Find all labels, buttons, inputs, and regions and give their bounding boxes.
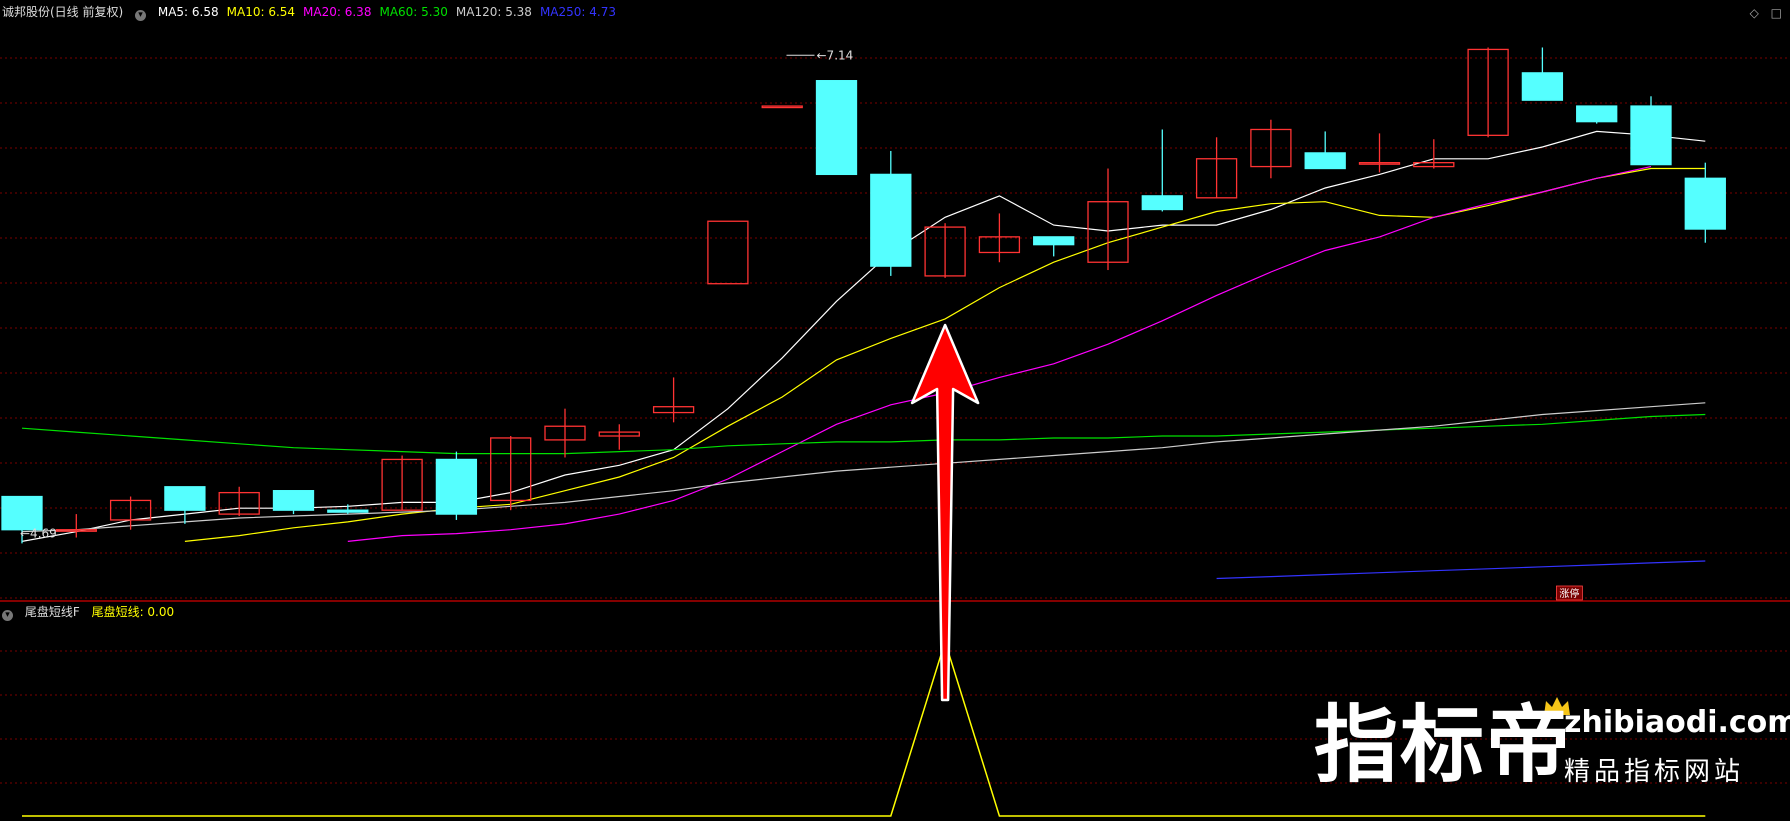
indicator-toggle-icon[interactable]: ▾ (2, 610, 13, 621)
watermark-subtitle: 精品指标网站 (1564, 757, 1745, 787)
toggle-icon[interactable]: ▾ (135, 10, 147, 21)
candle-down (164, 486, 206, 511)
indicator-value: 尾盘短线: 0.00 (91, 605, 175, 619)
ma-line-ma60 (21, 413, 1706, 455)
candle-down (1684, 177, 1726, 230)
ma-line-ma250 (1216, 560, 1706, 580)
candle-up (707, 220, 749, 285)
ma-legend-item: MA120: 5.38 (455, 5, 532, 19)
ma-legend: MA5: 6.58 MA10: 6.54 MA20: 6.38 MA60: 5.30 M… (158, 5, 624, 19)
ma-line-ma120 (21, 402, 1706, 533)
corner-controls: ◇ □ (1742, 6, 1782, 20)
candle-down (327, 509, 369, 513)
diamond-icon[interactable]: ◇ (1750, 6, 1759, 20)
candle-down (1, 495, 43, 531)
high-price-label: ←7.14 (817, 48, 854, 62)
ma-legend-item: MA5: 6.58 (157, 5, 219, 19)
indicator-name: 尾盘短线F (24, 605, 80, 619)
candle-down (870, 173, 912, 267)
low-price-label: ←4.69 (20, 527, 57, 541)
main-chart-header: 诚邦股份(日线 前复权) ▾ MA5: 6.58 MA10: 6.54 MA20: … (2, 4, 632, 21)
watermark-url: zhibiaodi.com (1564, 705, 1790, 740)
ma-legend-item: MA20: 6.38 (303, 5, 372, 19)
watermark-brand: 指标帝 (1314, 696, 1573, 794)
candle-down (815, 80, 858, 176)
candle-down (1576, 105, 1618, 123)
square-icon[interactable]: □ (1771, 6, 1782, 20)
signal-arrow-icon (910, 323, 980, 702)
ma-legend-item: MA250: 4.73 (539, 5, 616, 19)
ma-line-ma5 (21, 130, 1706, 542)
ma-legend-item: MA60: 5.30 (379, 5, 448, 19)
indicator-header: ▾ 尾盘短线F 尾盘短线: 0.00 (2, 604, 182, 621)
candle-down (1630, 105, 1672, 166)
candle-down (1521, 72, 1564, 101)
candle-up (761, 105, 803, 109)
ma-legend-item: MA10: 6.54 (226, 5, 296, 19)
watermark: 指标帝 zhibiaodi.com 精品指标网站 (1314, 695, 1790, 805)
candle-down (272, 490, 315, 511)
candle-down (1033, 236, 1075, 246)
candle-down (1304, 152, 1346, 170)
limit-up-badge-label: 涨停 (1559, 587, 1579, 600)
candle-down (1141, 195, 1183, 211)
candle-down (435, 458, 478, 515)
stock-title: 诚邦股份(日线 前复权) (2, 5, 124, 19)
